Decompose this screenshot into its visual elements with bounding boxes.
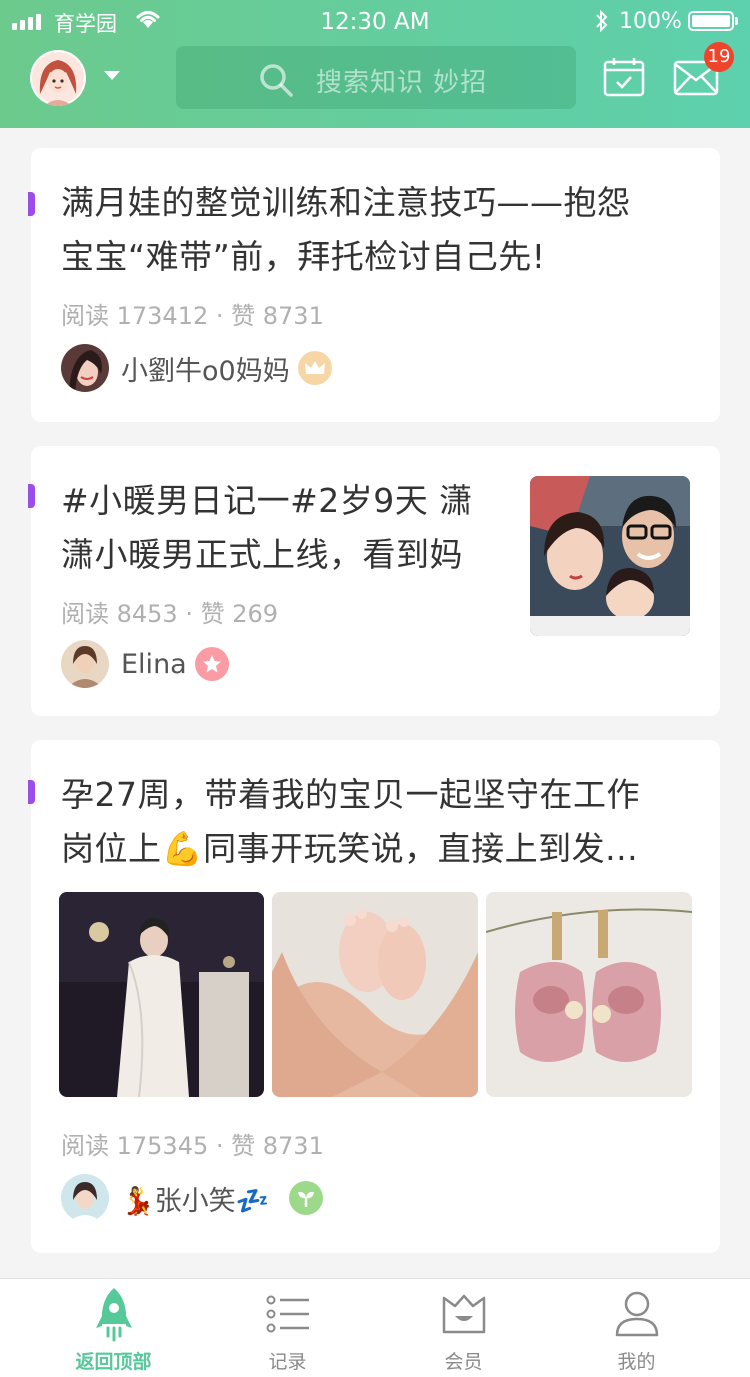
person-icon: [543, 1287, 730, 1341]
post-author[interactable]: 小劉牛o0妈妈: [61, 344, 332, 392]
post-title[interactable]: #小暖男日记一#2岁9天 潇 潇小暖男正式上线，看到妈: [61, 474, 473, 582]
sprout-badge-icon: [289, 1181, 324, 1215]
post-stats: 阅读 175345 · 赞 8731: [61, 1132, 324, 1160]
notification-badge: 19: [704, 42, 734, 72]
card-marker: [28, 780, 35, 804]
card-marker: [28, 484, 35, 508]
author-name[interactable]: Elina: [121, 649, 187, 680]
post-author[interactable]: 💃张小笑💤: [61, 1174, 324, 1222]
post-image[interactable]: [272, 892, 478, 1097]
author-avatar[interactable]: [61, 1174, 109, 1222]
account-dropdown-caret[interactable]: [104, 71, 120, 80]
battery-icon: [688, 11, 734, 31]
crown-box-icon: [370, 1287, 557, 1341]
post-thumbnail[interactable]: [530, 476, 690, 636]
feed-card[interactable]: 孕27周，带着我的宝贝一起坚守在工作 岗位上💪同事开玩笑说，直接上到发... 阅…: [28, 740, 720, 1253]
status-bar: 育学园 12:30 AM 100%: [0, 0, 750, 44]
post-image[interactable]: [59, 892, 264, 1097]
card-marker: [28, 192, 35, 216]
calendar-icon[interactable]: [603, 56, 645, 102]
post-title[interactable]: 满月娃的整觉训练和注意技巧——抱怨 宝宝“难带”前，拜托检讨自己先!: [61, 176, 631, 284]
search-bar[interactable]: 搜索知识 妙招: [176, 46, 576, 109]
search-icon: [258, 62, 294, 102]
battery-percent: 100%: [619, 9, 682, 34]
post-author[interactable]: Elina: [61, 640, 229, 688]
tab-records[interactable]: 记录: [194, 1279, 381, 1377]
post-stats: 阅读 8453 · 赞 269: [61, 600, 279, 628]
post-stats: 阅读 173412 · 赞 8731: [61, 302, 324, 330]
bluetooth-icon: [594, 8, 610, 38]
search-placeholder: 搜索知识 妙招: [316, 68, 488, 98]
author-name[interactable]: 小劉牛o0妈妈: [121, 349, 290, 388]
rocket-icon: [20, 1287, 207, 1342]
post-title[interactable]: 孕27周，带着我的宝贝一起坚守在工作 岗位上💪同事开玩笑说，直接上到发...: [61, 768, 640, 876]
post-image[interactable]: [486, 892, 692, 1097]
tab-membership[interactable]: 会员: [370, 1279, 557, 1377]
bottom-tab-bar: 返回顶部 记录 会员 我的: [0, 1278, 750, 1377]
star-badge-icon: [194, 647, 229, 681]
list-icon: [194, 1287, 381, 1341]
feed-card[interactable]: #小暖男日记一#2岁9天 潇 潇小暖男正式上线，看到妈 阅读 8453 · 赞 …: [28, 446, 720, 716]
author-avatar[interactable]: [61, 344, 109, 392]
crown-badge-icon: [297, 351, 332, 385]
tab-profile[interactable]: 我的: [543, 1279, 730, 1377]
tab-back-to-top[interactable]: 返回顶部: [20, 1279, 207, 1377]
app-header: 育学园 12:30 AM 100% 搜索知识 妙招 19: [0, 0, 750, 128]
author-avatar[interactable]: [61, 640, 109, 688]
author-name[interactable]: 💃张小笑💤: [121, 1179, 269, 1218]
feed-card[interactable]: 满月娃的整觉训练和注意技巧——抱怨 宝宝“难带”前，拜托检讨自己先! 阅读 17…: [28, 148, 720, 422]
user-avatar[interactable]: [30, 50, 86, 106]
